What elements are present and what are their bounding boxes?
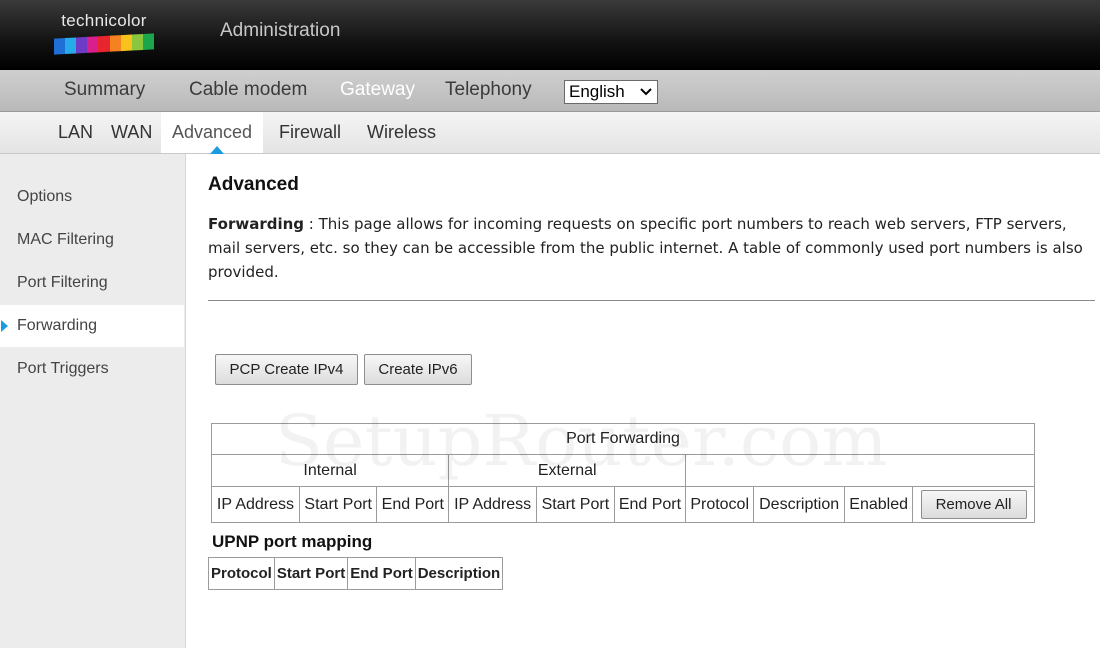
port-forwarding-table: Port Forwarding Internal External IP Add… bbox=[210, 423, 1035, 523]
sidebar-item-forwarding[interactable]: Forwarding bbox=[0, 305, 184, 347]
main-nav-gateway[interactable]: Gateway bbox=[340, 79, 415, 101]
divider bbox=[208, 300, 1095, 301]
description-text: This page allows for incoming requests o… bbox=[208, 215, 1083, 281]
column-header-description: Description bbox=[753, 486, 846, 523]
create-ipv6-button[interactable]: Create IPv6 bbox=[364, 354, 472, 385]
sidebar-item-port-triggers[interactable]: Port Triggers bbox=[0, 348, 184, 390]
main-nav-summary[interactable]: Summary bbox=[64, 79, 145, 101]
logo-color-segment bbox=[98, 35, 110, 53]
logo-color-segment bbox=[76, 36, 88, 54]
sidebar-item-mac-filtering[interactable]: MAC Filtering bbox=[0, 219, 184, 261]
logo-text: technicolor bbox=[61, 11, 147, 30]
upnp-column-end-port: End Port bbox=[347, 557, 416, 590]
column-header-internal-end-port: End Port bbox=[376, 486, 450, 523]
internal-group-header: Internal bbox=[210, 454, 450, 487]
logo-color-segment bbox=[65, 37, 77, 55]
technicolor-logo: technicolor bbox=[54, 11, 154, 55]
logo-color-segment bbox=[131, 33, 143, 51]
sidebar: Options MAC Filtering Port Filtering For… bbox=[0, 154, 186, 648]
external-group-header: External bbox=[448, 454, 687, 487]
pcp-create-ipv4-button[interactable]: PCP Create IPv4 bbox=[215, 354, 358, 385]
upnp-column-protocol: Protocol bbox=[208, 557, 275, 590]
column-header-protocol: Protocol bbox=[685, 486, 755, 523]
chevron-down-icon bbox=[640, 88, 652, 96]
column-header-external-end-port: End Port bbox=[613, 486, 687, 523]
logo-color-segment bbox=[54, 38, 66, 55]
column-header-internal-start-port: Start Port bbox=[298, 486, 378, 523]
upnp-column-description: Description bbox=[414, 557, 504, 590]
sidebar-item-label: Port Filtering bbox=[17, 274, 108, 291]
logo-color-segment bbox=[120, 34, 132, 52]
upnp-column-start-port: Start Port bbox=[273, 557, 349, 590]
logo-color-segment bbox=[142, 33, 154, 50]
main-nav: Summary Cable modem Gateway Telephony En… bbox=[0, 70, 1100, 112]
page-description: Forwarding : This page allows for incomi… bbox=[208, 212, 1088, 284]
top-header: technicolor Administration bbox=[0, 0, 1100, 70]
column-header-external-ip-address: IP Address bbox=[448, 486, 538, 523]
header-title: Administration bbox=[220, 20, 341, 41]
tab-wireless[interactable]: Wireless bbox=[367, 112, 436, 153]
description-separator: : bbox=[304, 215, 319, 233]
sidebar-item-label: MAC Filtering bbox=[17, 231, 114, 248]
column-header-internal-ip-address: IP Address bbox=[211, 486, 300, 523]
tab-wan[interactable]: WAN bbox=[111, 112, 152, 153]
logo-color-bar bbox=[54, 33, 154, 55]
logo-color-segment bbox=[109, 35, 121, 52]
active-arrow-icon bbox=[1, 320, 8, 332]
main-nav-telephony[interactable]: Telephony bbox=[445, 79, 532, 101]
tab-firewall[interactable]: Firewall bbox=[279, 112, 341, 153]
language-selected-value: English bbox=[569, 82, 625, 101]
sidebar-item-label: Port Triggers bbox=[17, 360, 109, 377]
description-label: Forwarding bbox=[208, 215, 305, 233]
sidebar-item-port-filtering[interactable]: Port Filtering bbox=[0, 262, 184, 304]
column-header-enabled: Enabled bbox=[844, 486, 914, 523]
sidebar-item-options[interactable]: Options bbox=[0, 176, 184, 218]
main-nav-cable-modem[interactable]: Cable modem bbox=[189, 79, 307, 101]
logo-color-segment bbox=[87, 36, 99, 53]
remove-all-cell: Remove All bbox=[912, 486, 1035, 523]
empty-group-cell bbox=[685, 454, 1035, 487]
sidebar-item-label: Options bbox=[17, 188, 73, 205]
port-forwarding-table-title: Port Forwarding bbox=[211, 423, 1035, 455]
upnp-port-mapping-table: Protocol Start Port End Port Description bbox=[208, 557, 504, 590]
active-tab-caret-icon bbox=[210, 146, 224, 154]
language-select[interactable]: English bbox=[564, 80, 658, 104]
sidebar-item-label: Forwarding bbox=[17, 317, 98, 334]
column-header-external-start-port: Start Port bbox=[536, 486, 615, 523]
sub-nav: LAN WAN Advanced Firewall Wireless bbox=[0, 112, 1100, 154]
tab-lan[interactable]: LAN bbox=[58, 112, 93, 153]
remove-all-button[interactable]: Remove All bbox=[920, 490, 1027, 519]
page-title: Advanced bbox=[208, 174, 299, 195]
upnp-section-title: UPNP port mapping bbox=[212, 532, 373, 551]
